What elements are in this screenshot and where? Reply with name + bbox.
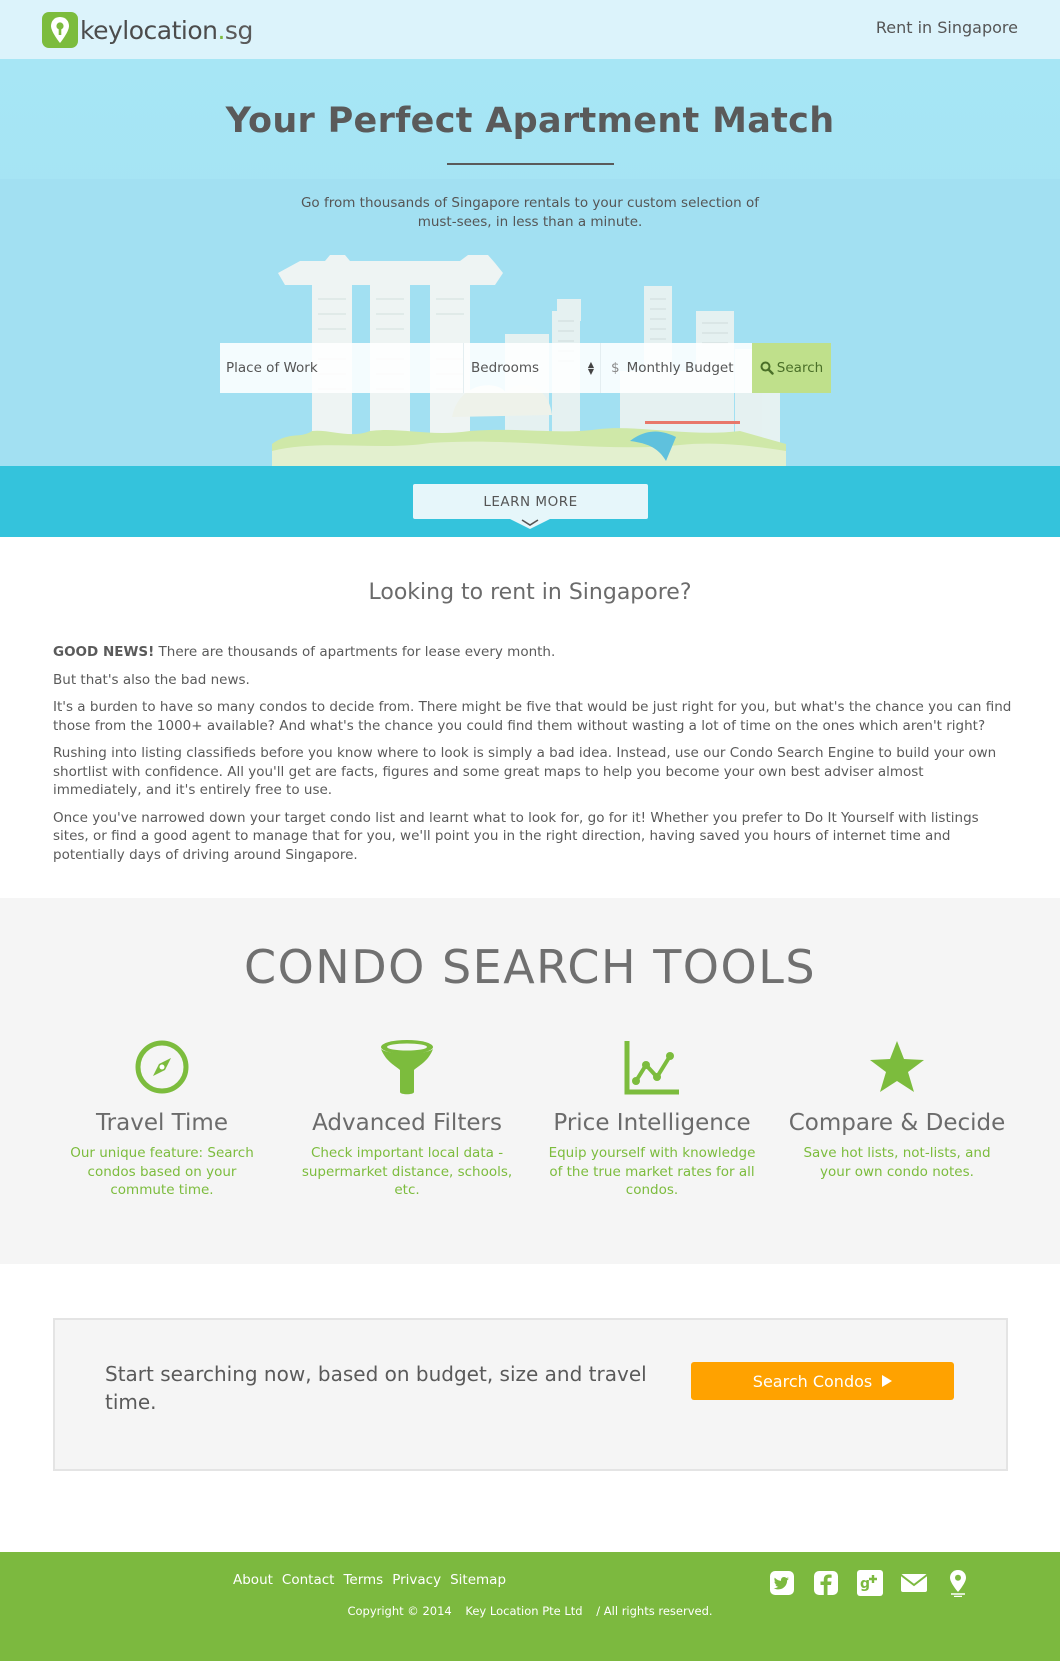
cta-text: Start searching now, based on budget, si… xyxy=(105,1362,647,1414)
company-name: Key Location Pte Ltd xyxy=(465,1604,583,1618)
apartment-search-form: Bedrooms ▲▼ $ Monthly Budget Search xyxy=(220,343,831,393)
select-arrows-icon: ▲ ▼ xyxy=(587,360,594,376)
chevron-down-icon xyxy=(510,519,550,529)
tool-description: Our unique feature: Search condos based … xyxy=(70,1145,254,1198)
footer-links: About Contact Terms Privacy Sitemap xyxy=(233,1572,515,1588)
tool-compare-decide: Compare & Decide Save hot lists, not-lis… xyxy=(782,1036,1012,1181)
rent-in-singapore-link[interactable]: Rent in Singapore xyxy=(876,18,1018,37)
tool-description: Equip yourself with knowledge of the tru… xyxy=(548,1145,756,1198)
intro-text: GOOD NEWS! There are thousands of apartm… xyxy=(53,643,1013,873)
tool-description: Save hot lists, not-lists, and your own … xyxy=(803,1145,991,1180)
tool-description: Check important local data - supermarket… xyxy=(301,1145,513,1198)
tool-name: Travel Time xyxy=(96,1110,228,1136)
logo-wordmark-dot: . xyxy=(217,15,225,45)
place-of-work-input[interactable] xyxy=(220,343,463,393)
tool-name: Compare & Decide xyxy=(788,1110,1006,1136)
condo-search-tools-section: CONDO SEARCH TOOLS Travel Time Our uniqu… xyxy=(0,898,1060,1264)
monthly-budget-field[interactable]: $ Monthly Budget xyxy=(600,343,752,393)
tool-advanced-filters: Advanced Filters Check important local d… xyxy=(292,1036,522,1200)
intro-paragraph: Rushing into listing classifieds before … xyxy=(53,745,997,798)
search-button-label: Search xyxy=(776,360,824,376)
dollar-sign: $ xyxy=(611,360,620,376)
copyright: Copyright © 2014 Key Location Pte Ltd / … xyxy=(0,1604,1060,1618)
funnel-icon xyxy=(292,1036,522,1098)
logo-wordmark-tld: sg xyxy=(224,15,253,45)
twitter-icon[interactable] xyxy=(760,1567,804,1599)
social-links: g xyxy=(760,1567,980,1599)
map-pin-icon[interactable] xyxy=(936,1567,980,1599)
google-plus-icon[interactable]: g xyxy=(848,1567,892,1599)
logo-wordmark-main: keylocation xyxy=(80,15,218,45)
search-button[interactable]: Search xyxy=(752,343,831,393)
compass-icon xyxy=(47,1036,277,1098)
hero-section: Your Perfect Apartment Match Go from tho… xyxy=(0,59,1060,466)
hero-title: Your Perfect Apartment Match xyxy=(225,101,835,141)
play-arrow-icon xyxy=(882,1375,893,1387)
call-to-action-box: Start searching now, based on budget, si… xyxy=(53,1318,1008,1471)
line-chart-icon xyxy=(537,1036,767,1098)
good-news-label: GOOD NEWS! xyxy=(53,644,155,660)
tool-price-intelligence: Price Intelligence Equip yourself with k… xyxy=(537,1036,767,1200)
logo-wordmark: keylocation.sg xyxy=(80,16,253,45)
copyright-year: Copyright © 2014 xyxy=(347,1604,452,1618)
search-condos-button[interactable]: Search Condos xyxy=(691,1362,954,1400)
learn-more-button[interactable]: LEARN MORE xyxy=(413,484,648,519)
bedrooms-select[interactable]: Bedrooms ▲ ▼ xyxy=(463,343,600,393)
site-logo[interactable]: keylocation.sg xyxy=(42,12,253,48)
monthly-budget-label: Monthly Budget xyxy=(626,360,734,376)
site-footer: About Contact Terms Privacy Sitemap Copy… xyxy=(0,1552,1060,1661)
facebook-icon[interactable] xyxy=(804,1567,848,1599)
intro-paragraph: It's a burden to have so many condos to … xyxy=(53,699,1012,734)
footer-link-privacy[interactable]: Privacy xyxy=(392,1572,441,1588)
svg-text:g: g xyxy=(860,1576,870,1592)
hero-divider xyxy=(447,163,614,165)
map-pin-logo-icon xyxy=(42,12,78,48)
hero-subtitle: Go from thousands of Singapore rentals t… xyxy=(300,195,760,230)
footer-link-sitemap[interactable]: Sitemap xyxy=(450,1572,506,1588)
star-icon xyxy=(782,1036,1012,1098)
rights-reserved: / All rights reserved. xyxy=(596,1604,713,1618)
tools-heading: CONDO SEARCH TOOLS xyxy=(243,940,817,994)
search-icon xyxy=(760,361,774,375)
tool-name: Advanced Filters xyxy=(312,1110,502,1136)
intro-heading: Looking to rent in Singapore? xyxy=(368,580,692,605)
mail-icon[interactable] xyxy=(892,1567,936,1599)
tool-name: Price Intelligence xyxy=(553,1110,751,1136)
intro-paragraph-1-text: There are thousands of apartments for le… xyxy=(154,644,556,660)
bedrooms-select-label: Bedrooms xyxy=(471,360,540,376)
intro-paragraph: GOOD NEWS! There are thousands of apartm… xyxy=(53,643,1013,662)
search-condos-button-label: Search Condos xyxy=(752,1371,873,1391)
tool-travel-time: Travel Time Our unique feature: Search c… xyxy=(47,1036,277,1200)
top-navbar: keylocation.sg Rent in Singapore xyxy=(0,0,1060,59)
footer-link-about[interactable]: About xyxy=(233,1572,273,1588)
footer-link-contact[interactable]: Contact xyxy=(282,1572,335,1588)
learn-more-band: LEARN MORE xyxy=(0,466,1060,537)
intro-paragraph: Once you've narrowed down your target co… xyxy=(53,809,979,863)
footer-link-terms[interactable]: Terms xyxy=(343,1572,383,1588)
intro-paragraph: But that's also the bad news. xyxy=(53,671,250,688)
